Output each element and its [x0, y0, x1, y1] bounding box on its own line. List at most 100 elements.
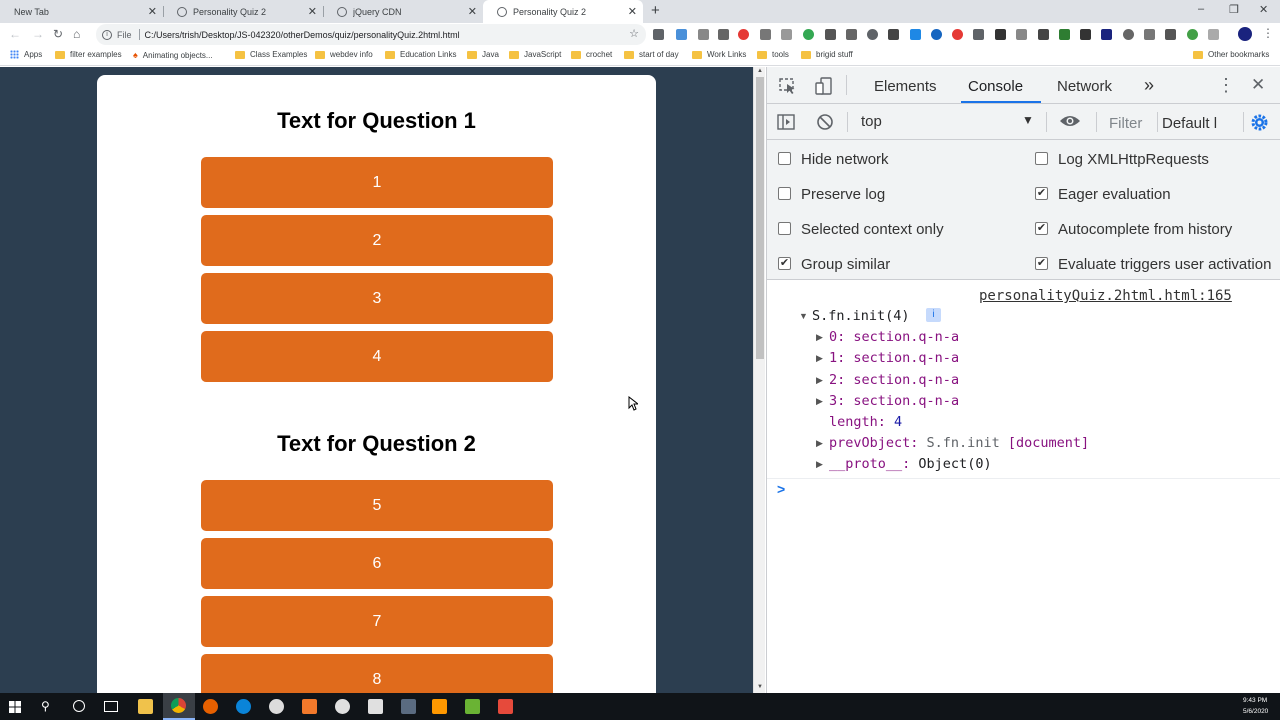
expand-triangle-icon[interactable]: ▶ [816, 396, 823, 407]
expand-triangle-icon[interactable]: ▶ [816, 375, 823, 386]
object-entry[interactable]: 0: section.q-n-a [829, 329, 959, 345]
expand-triangle-icon[interactable]: ▼ [799, 311, 808, 321]
clock-date[interactable]: 5/6/2020 [1243, 708, 1268, 715]
home-icon[interactable]: ⌂ [73, 27, 80, 41]
address-bar[interactable]: i File C:/Users/trish/Desktop/JS-042320/… [96, 24, 646, 45]
log-levels-dropdown[interactable]: Default l [1162, 115, 1217, 132]
extension-icon[interactable] [825, 29, 836, 40]
object-entry[interactable]: 2: section.q-n-a [829, 372, 959, 388]
close-tab-icon[interactable]: ✕ [148, 5, 157, 18]
app-icon[interactable] [335, 699, 350, 714]
bookmark-item[interactable]: crochet [571, 50, 612, 59]
page-scrollbar[interactable]: ▲ ▼ [753, 67, 765, 693]
answer-button[interactable]: 1 [201, 157, 553, 208]
preserve-log-checkbox[interactable] [778, 187, 791, 200]
bookmark-item[interactable]: Class Examples [235, 50, 307, 59]
file-explorer-icon[interactable] [138, 699, 153, 714]
tab-console[interactable]: Console [968, 78, 1023, 95]
source-link[interactable]: personalityQuiz.2html.html:165 [979, 288, 1232, 304]
bookmark-apps[interactable]: Apps [10, 50, 42, 59]
answer-button[interactable]: 6 [201, 538, 553, 589]
extension-icon[interactable] [738, 29, 749, 40]
answer-button[interactable]: 5 [201, 480, 553, 531]
log-xhr-checkbox[interactable] [1035, 152, 1048, 165]
extension-icon[interactable] [1165, 29, 1176, 40]
bookmark-other[interactable]: Other bookmarks [1193, 50, 1269, 59]
expand-triangle-icon[interactable]: ▶ [816, 332, 823, 343]
restore-icon[interactable]: ❐ [1229, 3, 1239, 16]
extension-icon[interactable] [973, 29, 984, 40]
extension-icon[interactable] [1101, 29, 1112, 40]
devtools-menu-icon[interactable]: ⋮ [1217, 75, 1235, 96]
prev-object-entry[interactable]: prevObject: S.fn.init [document] [829, 435, 1089, 451]
extension-icon[interactable] [676, 29, 687, 40]
tab-elements[interactable]: Elements [874, 78, 937, 95]
app-icon[interactable] [401, 699, 416, 714]
close-devtools-icon[interactable]: ✕ [1251, 75, 1265, 95]
bookmark-item[interactable]: tools [757, 50, 789, 59]
bookmark-item[interactable]: Java [467, 50, 499, 59]
console-input[interactable] [795, 481, 1265, 501]
tab-jquery-cdn[interactable]: jQuery CDN ✕ [323, 0, 483, 23]
console-settings-gear-icon[interactable] [1250, 113, 1269, 132]
scroll-up-arrow-icon[interactable]: ▲ [757, 68, 763, 74]
calculator-icon[interactable] [368, 699, 383, 714]
eager-evaluation-checkbox[interactable]: ✔ [1035, 187, 1048, 200]
hide-network-checkbox[interactable] [778, 152, 791, 165]
bookmark-item[interactable]: webdev info [315, 50, 373, 59]
tab-personality-quiz-active[interactable]: Personality Quiz 2 ✕ [483, 0, 643, 23]
tab-personality-quiz-1[interactable]: Personality Quiz 2 ✕ [163, 0, 323, 23]
scroll-down-arrow-icon[interactable]: ▼ [757, 684, 763, 690]
clear-console-icon[interactable] [816, 113, 834, 131]
answer-button[interactable]: 4 [201, 331, 553, 382]
task-view-icon[interactable] [104, 701, 118, 712]
scrollbar-thumb[interactable] [756, 77, 764, 359]
extension-icon[interactable] [1123, 29, 1134, 40]
extension-icon[interactable] [653, 29, 664, 40]
extension-icon[interactable] [867, 29, 878, 40]
expand-triangle-icon[interactable]: ▶ [816, 459, 823, 470]
extension-icon[interactable] [718, 29, 729, 40]
more-tabs-chevron-icon[interactable]: » [1144, 75, 1154, 96]
bookmark-item[interactable]: filter examples [55, 50, 122, 59]
extension-icon[interactable] [910, 29, 921, 40]
edge-icon[interactable] [236, 699, 251, 714]
sublime-text-icon[interactable] [432, 699, 447, 714]
firefox-icon[interactable] [203, 699, 218, 714]
extension-icon[interactable] [888, 29, 899, 40]
extension-icon[interactable] [952, 29, 963, 40]
chrome-menu-icon[interactable]: ⋮ [1262, 26, 1274, 40]
search-icon[interactable]: ⚲ [41, 699, 50, 713]
profile-avatar[interactable] [1238, 27, 1252, 41]
extension-icon[interactable] [931, 29, 942, 40]
live-expression-eye-icon[interactable] [1059, 114, 1081, 128]
bookmark-item[interactable]: start of day [624, 50, 679, 59]
expand-triangle-icon[interactable]: ▶ [816, 353, 823, 364]
extension-icon[interactable] [995, 29, 1006, 40]
bookmark-item[interactable]: brigid stuff [801, 50, 853, 59]
app-icon[interactable] [302, 699, 317, 714]
extension-icon[interactable] [1038, 29, 1049, 40]
extension-icon[interactable] [1144, 29, 1155, 40]
group-similar-checkbox[interactable]: ✔ [778, 257, 791, 270]
new-tab-plus-icon[interactable]: + [651, 2, 660, 19]
bookmark-item[interactable]: JavaScript [509, 50, 561, 59]
answer-button[interactable]: 8 [201, 654, 553, 693]
object-entry[interactable]: 1: section.q-n-a [829, 350, 959, 366]
close-tab-icon[interactable]: ✕ [468, 5, 477, 18]
close-tab-icon[interactable]: ✕ [308, 5, 317, 18]
extension-icon[interactable] [1080, 29, 1091, 40]
back-arrow-icon[interactable]: ← [9, 27, 21, 41]
extension-icon[interactable] [1016, 29, 1027, 40]
app-icon[interactable] [269, 699, 284, 714]
windows-start-icon[interactable] [9, 701, 21, 713]
tab-network[interactable]: Network [1057, 78, 1112, 95]
context-selector[interactable]: top ▼ [852, 110, 1040, 134]
taskbar-active-app[interactable] [163, 693, 195, 720]
extension-icon[interactable] [1208, 29, 1219, 40]
object-entry[interactable]: 3: section.q-n-a [829, 393, 959, 409]
object-header[interactable]: S.fn.init(4) [812, 308, 910, 324]
filter-input[interactable]: Filter [1109, 115, 1142, 132]
autocomplete-checkbox[interactable]: ✔ [1035, 222, 1048, 235]
bookmark-star-icon[interactable]: ☆ [629, 27, 639, 40]
